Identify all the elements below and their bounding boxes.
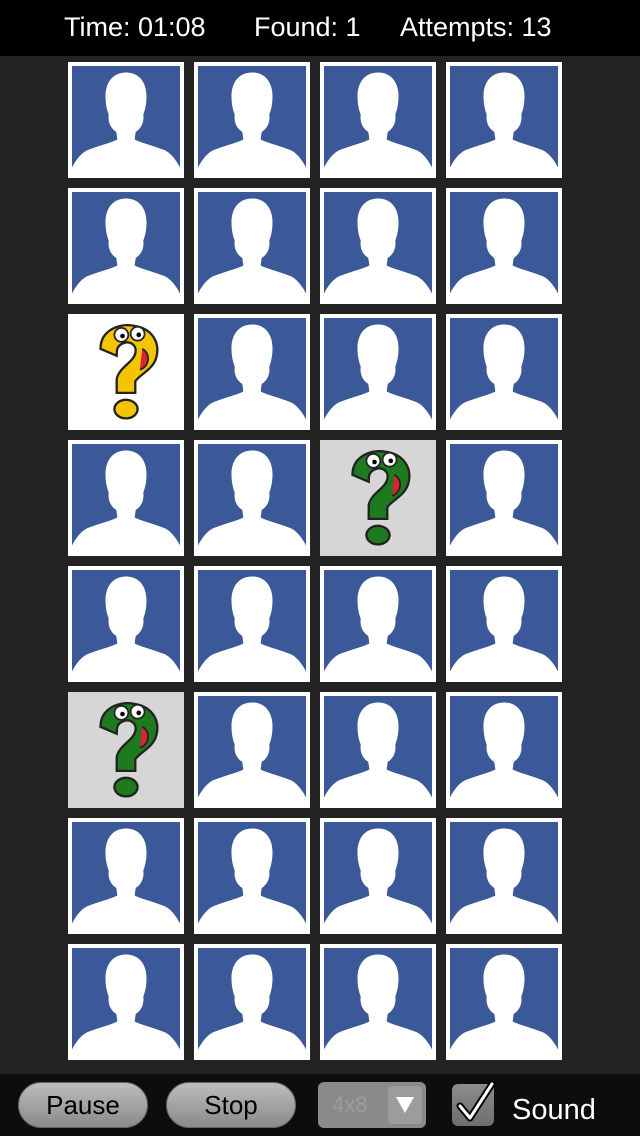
person-silhouette-icon [450,66,558,174]
sound-checkbox[interactable] [452,1080,496,1126]
pause-button[interactable]: Pause [18,1082,148,1128]
stop-button[interactable]: Stop [166,1082,296,1128]
card-face-down[interactable] [320,314,436,430]
person-silhouette-icon [324,696,432,804]
card-face-down[interactable] [194,62,310,178]
sound-label: Sound [512,1094,596,1126]
card-face-down[interactable] [446,944,562,1060]
person-silhouette-icon [324,66,432,174]
card-face-down[interactable] [194,944,310,1060]
card-revealed[interactable] [68,314,184,430]
card-face-down[interactable] [446,818,562,934]
card-face-down[interactable] [68,188,184,304]
question-mark-mascot-icon [68,692,184,808]
person-silhouette-icon [450,696,558,804]
card-face-down[interactable] [446,692,562,808]
card-matched[interactable] [320,440,436,556]
card-face-down[interactable] [194,566,310,682]
card-face-down[interactable] [68,944,184,1060]
person-silhouette-icon [324,192,432,300]
card-face-down[interactable] [194,440,310,556]
card-face-down[interactable] [68,566,184,682]
checkmark-icon [456,1080,496,1122]
person-silhouette-icon [324,318,432,426]
card-face-down[interactable] [320,188,436,304]
card-face-down[interactable] [68,62,184,178]
question-mark-mascot-icon [320,440,436,556]
time-display: Time: 01:08 [64,12,206,42]
found-counter: Found: 1 [254,12,361,42]
person-silhouette-icon [198,696,306,804]
card-face-down[interactable] [194,818,310,934]
person-silhouette-icon [198,948,306,1056]
person-silhouette-icon [198,66,306,174]
person-silhouette-icon [450,570,558,678]
status-bar: Time: 01:08 Found: 1 Attempts: 13 [0,0,640,56]
card-face-down[interactable] [194,314,310,430]
card-face-down[interactable] [320,818,436,934]
card-face-down[interactable] [446,566,562,682]
card-face-down[interactable] [320,62,436,178]
person-silhouette-icon [72,570,180,678]
attempts-counter: Attempts: 13 [400,12,552,42]
person-silhouette-icon [72,948,180,1056]
person-silhouette-icon [324,822,432,930]
card-matched[interactable] [68,692,184,808]
person-silhouette-icon [72,444,180,552]
grid-size-select[interactable]: 4x8 [318,1082,426,1128]
person-silhouette-icon [450,192,558,300]
card-face-down[interactable] [446,188,562,304]
person-silhouette-icon [450,444,558,552]
card-face-down[interactable] [446,440,562,556]
control-bar: Pause Stop 4x8 Sound [0,1074,640,1136]
person-silhouette-icon [72,66,180,174]
person-silhouette-icon [324,570,432,678]
person-silhouette-icon [198,444,306,552]
question-mark-mascot-icon [68,314,184,430]
person-silhouette-icon [450,822,558,930]
person-silhouette-icon [324,948,432,1056]
person-silhouette-icon [450,318,558,426]
person-silhouette-icon [72,192,180,300]
card-face-down[interactable] [68,818,184,934]
chevron-down-icon[interactable] [388,1086,422,1124]
person-silhouette-icon [198,318,306,426]
card-face-down[interactable] [68,440,184,556]
card-face-down[interactable] [320,566,436,682]
person-silhouette-icon [198,192,306,300]
person-silhouette-icon [198,570,306,678]
person-silhouette-icon [198,822,306,930]
grid-size-value: 4x8 [332,1092,368,1117]
person-silhouette-icon [72,822,180,930]
card-face-down[interactable] [446,62,562,178]
card-face-down[interactable] [194,188,310,304]
card-face-down[interactable] [320,944,436,1060]
card-face-down[interactable] [194,692,310,808]
person-silhouette-icon [450,948,558,1056]
card-face-down[interactable] [446,314,562,430]
card-face-down[interactable] [320,692,436,808]
